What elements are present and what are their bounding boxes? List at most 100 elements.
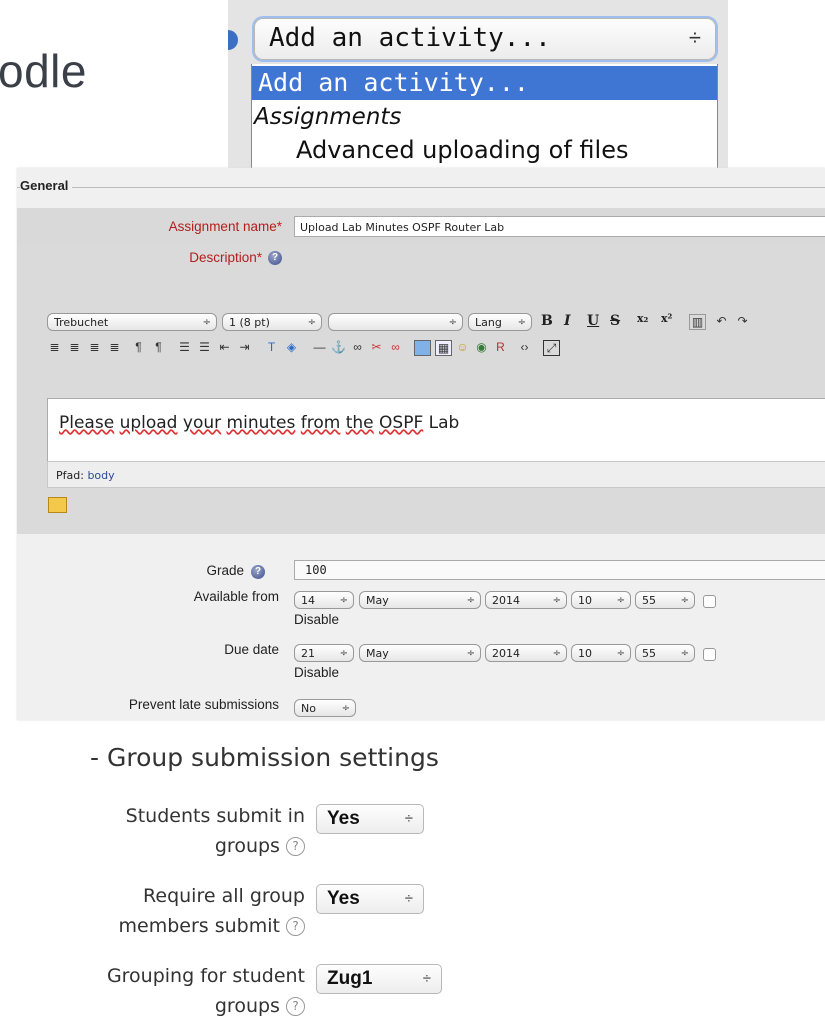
editor-word: minutes: [226, 413, 296, 433]
add-activity-select[interactable]: Add an activity... ÷: [254, 18, 716, 60]
prevent-autolink-icon[interactable]: ∞: [388, 340, 403, 354]
editor-word: Please: [59, 413, 115, 433]
activity-options-list: Add an activity... Assignments Advanced …: [251, 64, 718, 173]
find-replace-icon[interactable]: R: [493, 340, 508, 354]
unordered-list-icon[interactable]: ☰: [197, 340, 212, 354]
available-month-value: May: [366, 594, 389, 607]
anchor-icon[interactable]: ⚓: [331, 340, 346, 354]
insert-table-icon[interactable]: ▦: [435, 340, 452, 356]
activity-option-highlighted[interactable]: Add an activity...: [252, 66, 717, 100]
horizontal-rule-icon[interactable]: —: [312, 340, 327, 354]
available-hour-value: 10: [578, 594, 592, 607]
available-disable-label: Disable: [294, 612, 340, 627]
prevent-late-select[interactable]: No ÷: [294, 699, 356, 717]
editor-word: Lab: [428, 413, 460, 433]
students-submit-label-line1: Students submit in: [125, 805, 305, 827]
underline-button[interactable]: U: [587, 313, 599, 329]
path-body-link[interactable]: body: [87, 469, 114, 482]
grouping-select[interactable]: Zug1 ÷: [316, 964, 442, 994]
font-size-select[interactable]: 1 (8 pt) ÷: [222, 313, 322, 331]
available-hour-select[interactable]: 10 ÷: [571, 591, 631, 609]
justify-icon[interactable]: ≣: [107, 340, 122, 354]
text-color-icon[interactable]: T: [264, 340, 279, 354]
grouping-help-icon[interactable]: ?: [286, 997, 305, 1016]
format-select[interactable]: ÷: [328, 313, 463, 331]
students-submit-label: Students submit in groups ?: [40, 801, 305, 861]
editor-word: OSPF: [379, 413, 424, 433]
add-activity-dropdown-panel: Add an activity... ÷ Add an activity... …: [228, 0, 728, 173]
editor-toggle-icon[interactable]: [48, 497, 67, 513]
html-source-icon[interactable]: ‹›: [517, 340, 532, 354]
emoticon-icon[interactable]: ☺: [455, 340, 470, 354]
available-minute-select[interactable]: 55 ÷: [635, 591, 695, 609]
language-select[interactable]: Lang ÷: [468, 313, 532, 331]
ordered-list-icon[interactable]: ☰: [177, 340, 192, 354]
clean-word-icon[interactable]: ▥: [689, 314, 706, 330]
due-date-checkbox[interactable]: [703, 648, 716, 661]
due-hour-select[interactable]: 10 ÷: [571, 644, 631, 662]
select-arrows-icon: ÷: [616, 648, 625, 659]
outdent-icon[interactable]: ⇤: [217, 340, 232, 354]
select-arrows-icon: ÷: [552, 648, 561, 659]
font-family-select[interactable]: Trebuchet ÷: [47, 313, 217, 331]
due-year-select[interactable]: 2014 ÷: [485, 644, 567, 662]
due-day-value: 21: [301, 647, 315, 660]
students-submit-help-icon[interactable]: ?: [286, 837, 305, 856]
insert-media-icon[interactable]: ◉: [474, 340, 489, 354]
strikethrough-button[interactable]: S: [610, 313, 620, 329]
link-icon[interactable]: ∞: [350, 340, 365, 354]
available-day-value: 14: [301, 594, 315, 607]
due-day-select[interactable]: 21 ÷: [294, 644, 354, 662]
available-from-checkbox[interactable]: [703, 595, 716, 608]
grade-input[interactable]: 100: [294, 560, 825, 580]
require-all-select[interactable]: Yes ÷: [316, 884, 424, 914]
group-submission-heading[interactable]: - Group submission settings: [90, 743, 439, 772]
available-month-select[interactable]: May ÷: [359, 591, 481, 609]
required-marker: *: [256, 250, 262, 265]
fullscreen-icon[interactable]: ⤢: [543, 340, 560, 356]
italic-button[interactable]: I: [564, 313, 571, 329]
students-submit-value: Yes: [327, 808, 360, 829]
align-left-icon[interactable]: ≣: [47, 340, 62, 354]
due-month-value: May: [366, 647, 389, 660]
available-from-label: Available from: [193, 589, 279, 604]
students-submit-select[interactable]: Yes ÷: [316, 804, 424, 834]
activity-group-label: Assignments: [254, 104, 402, 130]
students-submit-label-line2: groups: [214, 835, 280, 857]
bold-button[interactable]: B: [541, 313, 553, 329]
activity-option-advanced-uploading[interactable]: Advanced uploading of files: [296, 136, 628, 164]
description-help-icon[interactable]: ?: [268, 251, 282, 265]
ltr-direction-icon[interactable]: ¶: [131, 340, 146, 354]
description-editor[interactable]: Please upload your minutes from the OSPF…: [47, 398, 825, 462]
subscript-button[interactable]: x₂: [637, 312, 648, 325]
due-disable-label: Disable: [294, 665, 340, 680]
require-all-help-icon[interactable]: ?: [286, 917, 305, 936]
select-arrows-icon: ÷: [448, 317, 457, 328]
available-day-select[interactable]: 14 ÷: [294, 591, 354, 609]
rtl-direction-icon[interactable]: ¶: [151, 340, 166, 354]
due-month-select[interactable]: May ÷: [359, 644, 481, 662]
assignment-name-label: Assignment name*: [17, 219, 282, 234]
indent-icon[interactable]: ⇥: [237, 340, 252, 354]
due-hour-value: 10: [578, 647, 592, 660]
font-family-value: Trebuchet: [54, 316, 109, 329]
group-submission-title: Group submission settings: [106, 743, 439, 772]
unlink-icon[interactable]: ✂: [369, 340, 384, 354]
insert-image-icon[interactable]: [414, 340, 431, 356]
redo-icon[interactable]: ↷: [735, 314, 750, 328]
available-year-select[interactable]: 2014 ÷: [485, 591, 567, 609]
require-all-label-line2: members submit: [118, 915, 280, 937]
align-center-icon[interactable]: ≣: [67, 340, 82, 354]
superscript-button[interactable]: x²: [661, 312, 672, 325]
select-arrows-icon: ÷: [680, 595, 689, 606]
due-minute-select[interactable]: 55 ÷: [635, 644, 695, 662]
background-color-icon[interactable]: ◈: [284, 340, 299, 354]
select-arrows-icon: ÷: [422, 970, 431, 987]
grade-help-icon[interactable]: ?: [251, 565, 265, 579]
editor-word: upload: [119, 413, 178, 433]
editor-path-bar: Pfad: body: [47, 461, 825, 488]
align-right-icon[interactable]: ≣: [87, 340, 102, 354]
assignment-name-input[interactable]: Upload Lab Minutes OSPF Router Lab: [294, 216, 825, 237]
legend-divider: [17, 187, 825, 188]
undo-icon[interactable]: ↶: [714, 314, 729, 328]
